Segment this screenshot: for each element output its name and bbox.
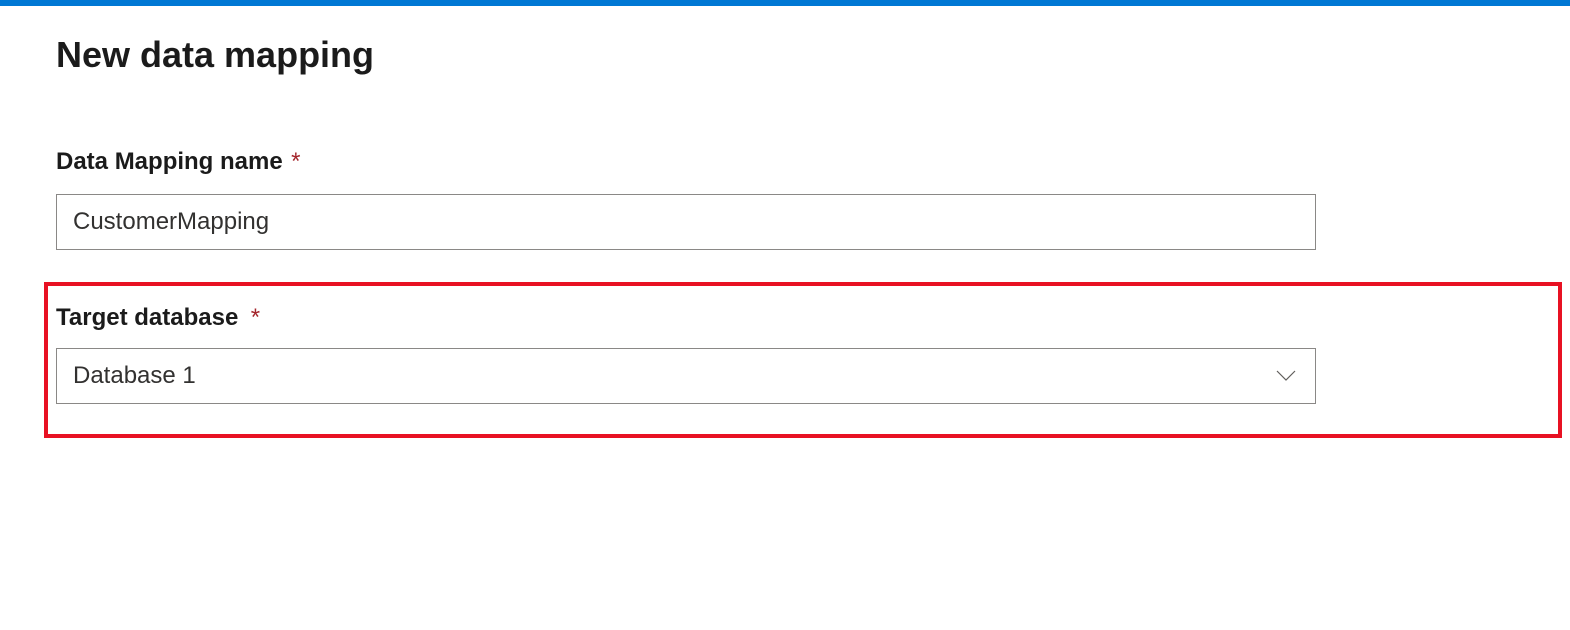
field-group-mapping-name: Data Mapping name * bbox=[56, 148, 1514, 250]
target-database-select-wrapper: Database 1 bbox=[56, 348, 1316, 404]
required-asterisk-icon: * bbox=[251, 304, 260, 331]
target-database-select[interactable]: Database 1 bbox=[56, 348, 1316, 404]
mapping-name-input[interactable] bbox=[56, 194, 1316, 250]
target-database-selected-value: Database 1 bbox=[73, 362, 196, 390]
page-title: New data mapping bbox=[56, 34, 1514, 76]
mapping-name-label: Data Mapping name bbox=[56, 148, 283, 176]
page-content: New data mapping Data Mapping name * Tar… bbox=[0, 6, 1570, 466]
target-database-label: Target database bbox=[56, 304, 238, 332]
highlight-annotation-box: Target database * Database 1 bbox=[44, 282, 1562, 438]
required-asterisk-icon: * bbox=[291, 148, 300, 175]
